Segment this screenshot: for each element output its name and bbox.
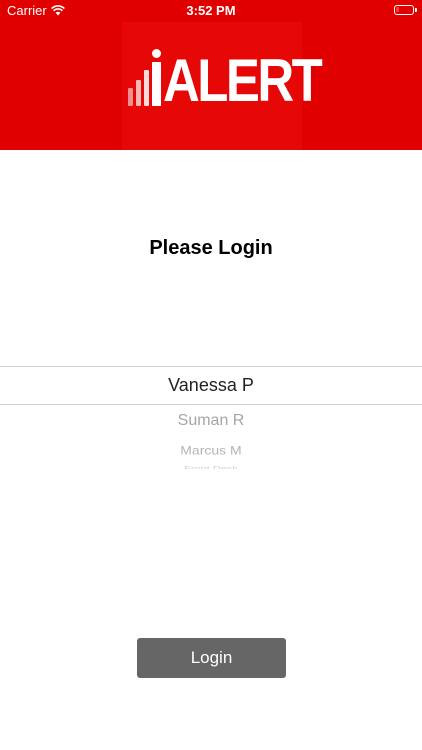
- battery-icon: [394, 5, 417, 15]
- status-time: 3:52 PM: [186, 3, 236, 18]
- login-button[interactable]: Login: [137, 638, 286, 678]
- ialert-logo: ALERT: [128, 44, 348, 114]
- status-bar: Carrier 3:52 PM: [0, 0, 422, 22]
- picker-selection-bottom-line: [0, 404, 422, 405]
- picker-item-selected[interactable]: Vanessa P: [0, 375, 422, 396]
- page-title: Please Login: [149, 237, 273, 259]
- signal-bars-icon: [128, 70, 149, 106]
- picker-selection-top-line: [0, 366, 422, 367]
- logo-i-glyph: [152, 49, 161, 106]
- picker-item[interactable]: Suman R: [0, 412, 422, 430]
- battery-level: [396, 7, 399, 12]
- user-picker[interactable]: Vanessa P Suman R Marcus M Front Desk: [0, 366, 422, 476]
- logo-text: ALERT: [163, 47, 323, 114]
- app-header: ALERT: [0, 0, 422, 150]
- picker-item[interactable]: Marcus M: [0, 443, 422, 457]
- picker-item[interactable]: Front Desk: [0, 465, 422, 469]
